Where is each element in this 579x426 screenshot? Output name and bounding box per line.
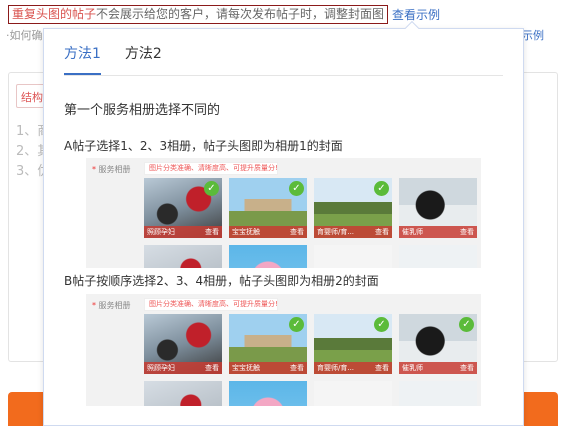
album-label: * 服务相册 (92, 301, 131, 310)
tab-method-1[interactable]: 方法1 (64, 29, 101, 75)
section-a-text: A帖子选择1、2、3相册，帖子头图即为相册1的封面 (64, 139, 343, 153)
check-icon: ✓ (289, 317, 304, 332)
album-mock-b: * 服务相册 图片分类准确、清晰度高、可提升质量分! 照顾孕妇 查看 ✓ 宝宝抚触… (86, 294, 481, 406)
album-tile[interactable]: ✓ 宝宝抚触 查看 (229, 314, 307, 374)
album-label: * 服务相册 (92, 165, 131, 174)
content-line-2: 2、其 (16, 144, 46, 159)
album-tile[interactable] (314, 381, 392, 406)
example-link[interactable]: 示例 (522, 27, 544, 43)
tile-caption: 宝宝抚触 查看 (229, 226, 307, 238)
tile-caption: 宝宝抚触 查看 (229, 362, 307, 374)
tab-divider (64, 75, 503, 76)
album-tile[interactable]: 催乳师 查看 (399, 178, 477, 238)
album-tile[interactable] (144, 381, 222, 406)
notice-text: 不会展示给您的客户，请每次发布帖子时，调整封面图 (96, 7, 385, 21)
album-tile[interactable]: ✓ 催乳师 查看 (399, 314, 477, 374)
tile-caption: 育婴师/育... 查看 (314, 362, 392, 374)
album-tile[interactable] (314, 245, 392, 268)
album-tile[interactable] (229, 381, 307, 406)
album-tile[interactable]: ✓ 宝宝抚触 查看 (229, 178, 307, 238)
popup-title: 第一个服务相册选择不同的 (64, 103, 221, 118)
album-mock-a: * 服务相册 图片分类准确、清晰度高、可提升质量分! ✓ 照顾孕妇 查看 ✓ 宝宝… (86, 158, 481, 268)
check-icon: ✓ (204, 181, 219, 196)
tile-caption: 育婴师/育... 查看 (314, 226, 392, 238)
notice-highlight: 重复头图的帖子 (12, 7, 97, 21)
example-popup: 方法1 方法2 第一个服务相册选择不同的 A帖子选择1、2、3相册，帖子头图即为… (43, 28, 524, 426)
content-line-3: 3、优 (16, 164, 46, 179)
check-icon: ✓ (459, 317, 474, 332)
tile-caption: 催乳师 查看 (399, 362, 477, 374)
album-tile[interactable] (399, 245, 477, 268)
check-icon: ✓ (289, 181, 304, 196)
check-icon: ✓ (374, 317, 389, 332)
help-text: ·如何确 (6, 29, 43, 42)
album-tile[interactable] (229, 245, 307, 268)
notice-box: 重复头图的帖子不会展示给您的客户，请每次发布帖子时，调整封面图 (8, 5, 389, 24)
album-tile[interactable] (399, 381, 477, 406)
app-root: { "notice": { "highlight": "重复头图的帖子", "r… (0, 0, 579, 426)
method-tabs: 方法1 方法2 (64, 29, 186, 75)
content-line-1: 1、商 (16, 124, 46, 139)
album-tile[interactable]: ✓ 育婴师/育... 查看 (314, 178, 392, 238)
notice-bar: 重复头图的帖子不会展示给您的客户，请每次发布帖子时，调整封面图 查看示例 (8, 4, 440, 25)
tile-caption: 照顾孕妇 查看 (144, 226, 222, 238)
album-tile[interactable] (144, 245, 222, 268)
album-tile[interactable]: ✓ 育婴师/育... 查看 (314, 314, 392, 374)
view-example-link[interactable]: 查看示例 (392, 6, 440, 23)
tile-caption: 催乳师 查看 (399, 226, 477, 238)
check-icon: ✓ (374, 181, 389, 196)
album-hint: 图片分类准确、清晰度高、可提升质量分! (144, 162, 278, 175)
album-tile[interactable]: ✓ 照顾孕妇 查看 (144, 178, 222, 238)
album-hint: 图片分类准确、清晰度高、可提升质量分! (144, 298, 278, 311)
album-tile[interactable]: 照顾孕妇 查看 (144, 314, 222, 374)
tab-method-2[interactable]: 方法2 (125, 29, 162, 75)
section-b-text: B帖子按顺序选择2、3、4相册，帖子头图即为相册2的封面 (64, 274, 379, 288)
tile-caption: 照顾孕妇 查看 (144, 362, 222, 374)
